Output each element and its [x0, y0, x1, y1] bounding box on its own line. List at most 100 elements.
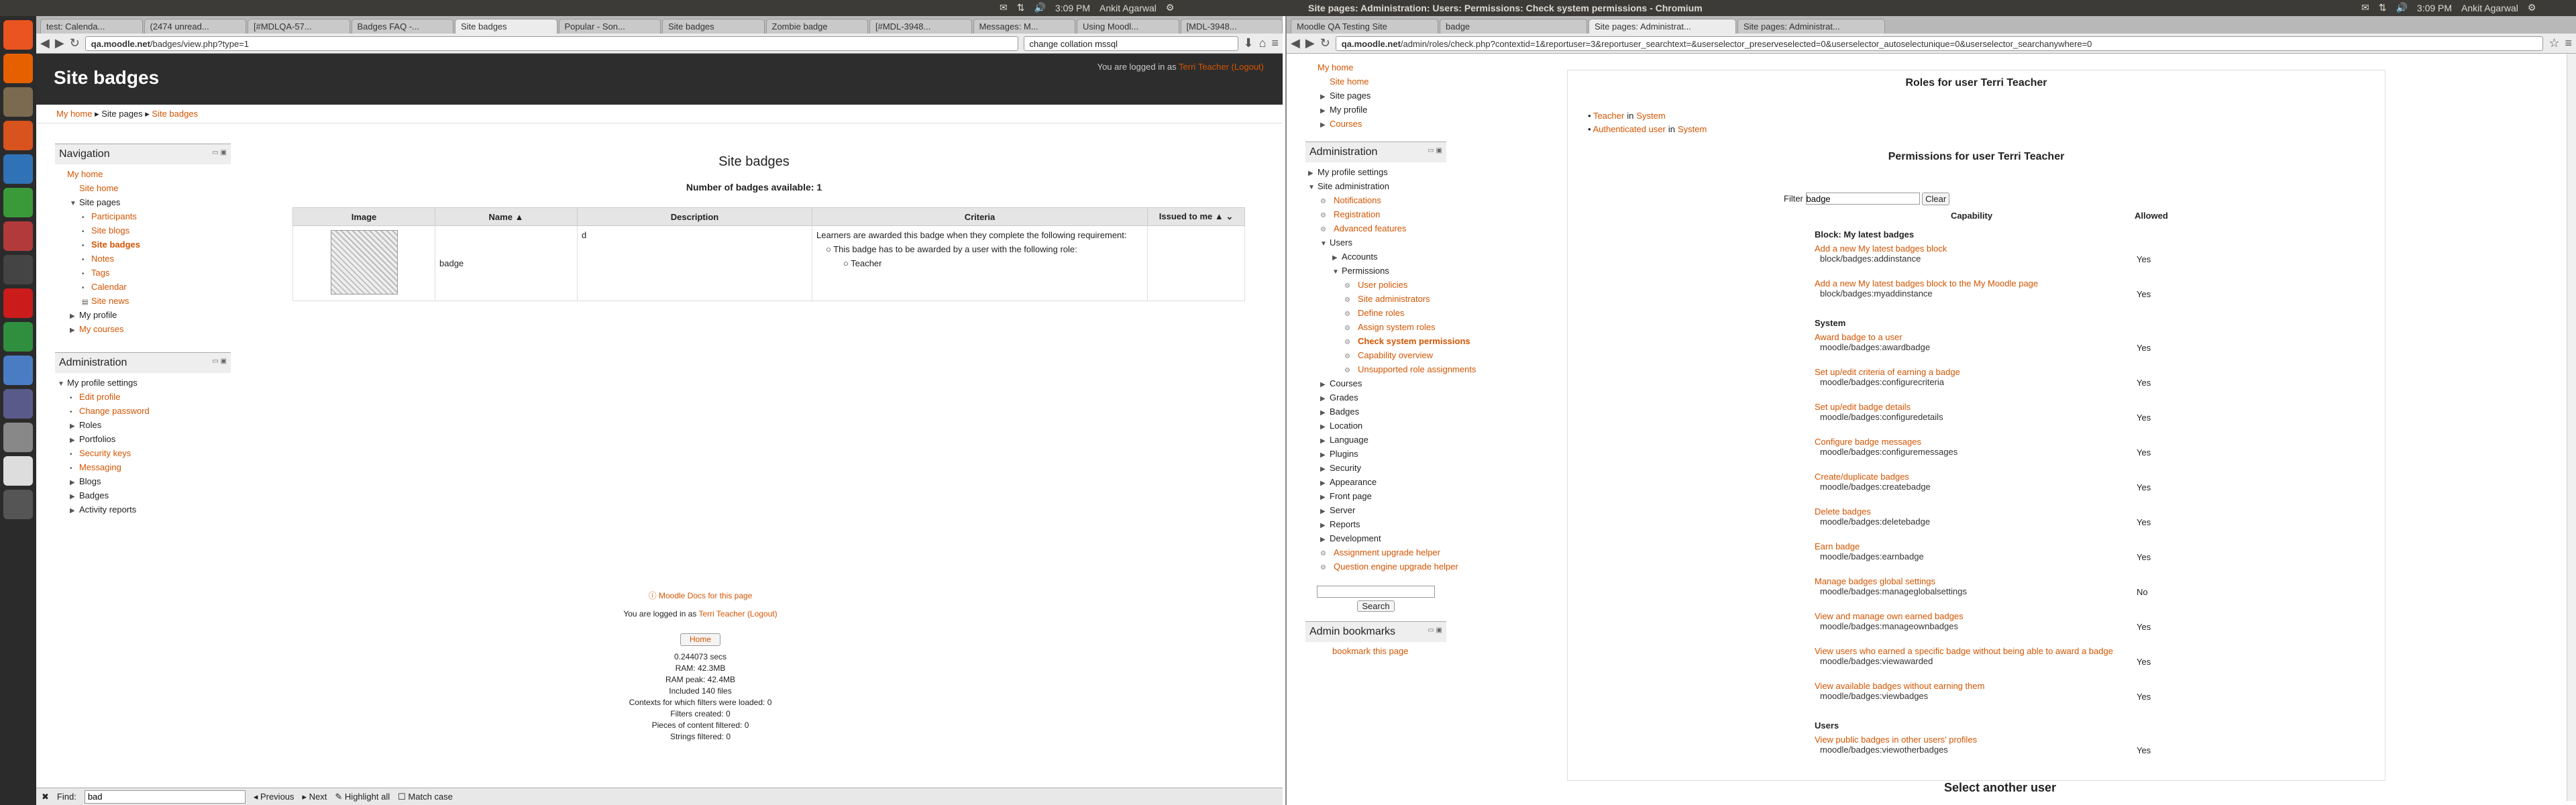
- block-controls-icon[interactable]: ▭ ▣: [212, 358, 227, 365]
- browser-tab[interactable]: Messages: M...: [973, 19, 1075, 34]
- menu-icon[interactable]: ≡: [1271, 36, 1279, 50]
- capability-link[interactable]: Configure badge messages: [1815, 437, 1921, 447]
- tree-item-label[interactable]: Define roles: [1358, 308, 1404, 318]
- tree-item[interactable]: • Participants: [55, 209, 231, 223]
- capability-link[interactable]: Manage badges global settings: [1815, 576, 1935, 586]
- forward-icon[interactable]: ▶: [55, 36, 64, 50]
- address-bar[interactable]: qa.moodle.net/admin/roles/check.php?cont…: [1335, 36, 2544, 51]
- tree-item[interactable]: Site home: [1305, 74, 1446, 89]
- filter-input[interactable]: [1805, 193, 1920, 205]
- block-controls-icon[interactable]: ▭ ▣: [212, 149, 227, 156]
- text-editor-icon[interactable]: [3, 456, 33, 486]
- terminal-icon[interactable]: [3, 255, 33, 284]
- tree-item-label[interactable]: Advanced features: [1334, 223, 1406, 233]
- power-icon[interactable]: ⚙: [2528, 2, 2536, 13]
- tree-item-label[interactable]: Assign system roles: [1358, 322, 1436, 332]
- tree-item[interactable]: ⚙ Question engine upgrade helper: [1305, 559, 1458, 574]
- context-link[interactable]: System: [1678, 124, 1707, 134]
- close-find-icon[interactable]: ✖: [42, 792, 49, 802]
- role-link[interactable]: Authenticated user: [1593, 124, 1665, 134]
- capability-link[interactable]: Delete badges: [1815, 506, 1871, 517]
- tree-item[interactable]: ⚙ Unsupported role assignments: [1305, 362, 1476, 376]
- back-icon[interactable]: ◀: [40, 36, 50, 50]
- home-icon[interactable]: ⌂: [1259, 36, 1267, 50]
- browser-tab[interactable]: Zombie badge: [765, 19, 868, 34]
- clear-button[interactable]: Clear: [1922, 192, 1950, 205]
- tree-item[interactable]: • Change password: [55, 404, 231, 418]
- workspace-icon[interactable]: [3, 490, 33, 519]
- admin-search-input[interactable]: [1317, 586, 1435, 598]
- search-box[interactable]: change collation mssql: [1023, 36, 1238, 51]
- tree-item[interactable]: ⚙ Advanced features: [1305, 221, 1446, 235]
- tree-item-label[interactable]: Registration: [1334, 209, 1380, 219]
- tree-item[interactable]: ▶ Courses: [1305, 117, 1446, 131]
- tree-item-label[interactable]: My home: [67, 169, 103, 179]
- footer-user-link[interactable]: Terri Teacher: [698, 609, 745, 619]
- tree-item[interactable]: • Site badges: [55, 237, 231, 252]
- capability-link[interactable]: Create/duplicate badges: [1815, 472, 1909, 482]
- calc-icon[interactable]: [3, 188, 33, 217]
- block-controls-icon[interactable]: ▭ ▣: [1428, 627, 1442, 634]
- tree-item-label[interactable]: Site home: [79, 183, 119, 193]
- capability-link[interactable]: View and manage own earned badges: [1815, 611, 1964, 621]
- volume-icon[interactable]: 🔊: [2396, 2, 2407, 13]
- chromium-icon[interactable]: [3, 356, 33, 385]
- badge-image[interactable]: [330, 230, 398, 294]
- role-link[interactable]: Teacher: [1593, 111, 1624, 121]
- opera-icon[interactable]: [3, 288, 33, 318]
- match-case-checkbox[interactable]: ☐ Match case: [398, 792, 453, 802]
- ubuntu-dash-icon[interactable]: [3, 20, 33, 50]
- browser-tab[interactable]: badge: [1440, 19, 1587, 34]
- tree-item-label[interactable]: User policies: [1358, 280, 1407, 290]
- tree-item-label[interactable]: Unsupported role assignments: [1358, 364, 1476, 374]
- breadcrumb-home[interactable]: My home: [56, 109, 92, 119]
- writer-icon[interactable]: [3, 154, 33, 184]
- tree-item[interactable]: ⚙ Assign system roles: [1305, 320, 1446, 334]
- reload-icon[interactable]: ↻: [1320, 36, 1330, 50]
- tree-item[interactable]: • Security keys: [55, 446, 231, 460]
- tree-item[interactable]: ⚙ Notifications: [1305, 193, 1446, 207]
- tree-item[interactable]: • Notes: [55, 252, 231, 266]
- col-name[interactable]: Name ▲: [435, 207, 578, 226]
- tree-item-label[interactable]: My courses: [79, 324, 123, 334]
- tree-item-label[interactable]: Notes: [91, 254, 114, 264]
- tree-item-label[interactable]: Edit profile: [79, 392, 120, 402]
- breadcrumb-site-badges[interactable]: Site badges: [152, 109, 198, 119]
- tree-item[interactable]: ⚙ Registration: [1305, 207, 1446, 221]
- tree-item[interactable]: ⚙ Capability overview: [1305, 348, 1446, 362]
- software-center-icon[interactable]: [3, 121, 33, 150]
- tree-item-label[interactable]: Calendar: [91, 282, 127, 292]
- clock[interactable]: 3:09 PM: [2417, 3, 2452, 13]
- badge-name[interactable]: badge: [435, 225, 578, 301]
- download-icon[interactable]: ⬇: [1244, 36, 1254, 50]
- browser-tab[interactable]: [#MDLQA-57...: [248, 19, 350, 34]
- browser-tab[interactable]: Site pages: Administrat...: [1589, 19, 1736, 34]
- reload-icon[interactable]: ↻: [70, 36, 80, 50]
- tree-item[interactable]: ⚙ Site administrators: [1305, 292, 1446, 306]
- network-icon[interactable]: ⇅: [2379, 2, 2387, 13]
- volume-icon[interactable]: 🔊: [1034, 2, 1045, 13]
- browser-tab[interactable]: Moodle QA Testing Site: [1291, 19, 1438, 34]
- user-name[interactable]: Ankit Agarwal: [2461, 3, 2518, 13]
- firefox-icon[interactable]: [3, 54, 33, 83]
- mail-icon[interactable]: ✉: [2361, 2, 2369, 13]
- tree-item-label[interactable]: Tags: [91, 268, 109, 278]
- browser-tab[interactable]: [MDL-3948...: [1180, 19, 1283, 34]
- highlight-all-button[interactable]: ✎ Highlight all: [335, 792, 390, 802]
- browser-tab[interactable]: [#MDL-3948...: [869, 19, 972, 34]
- tree-item-label[interactable]: Site home: [1330, 76, 1369, 87]
- tree-item[interactable]: Site home: [55, 181, 231, 195]
- tree-item[interactable]: • Edit profile: [55, 390, 231, 404]
- browser-tab[interactable]: (2474 unread...: [144, 19, 246, 34]
- col-issued[interactable]: Issued to me ▲ ⌄: [1147, 207, 1245, 226]
- menu-icon[interactable]: ≡: [2565, 36, 2572, 50]
- tree-item[interactable]: ▶ My courses: [55, 322, 231, 336]
- tree-item[interactable]: • Site blogs: [55, 223, 231, 237]
- capability-link[interactable]: Add a new My latest badges block to the …: [1815, 278, 2038, 288]
- tree-item[interactable]: My home: [55, 167, 231, 181]
- bookmark-page-link[interactable]: bookmark this page: [1332, 646, 1408, 656]
- tree-item[interactable]: ▤ Site news: [55, 294, 231, 308]
- browser-tab[interactable]: test: Calenda...: [40, 19, 143, 34]
- settings-icon[interactable]: [3, 423, 33, 452]
- tree-item[interactable]: ⚙ Define roles: [1305, 306, 1446, 320]
